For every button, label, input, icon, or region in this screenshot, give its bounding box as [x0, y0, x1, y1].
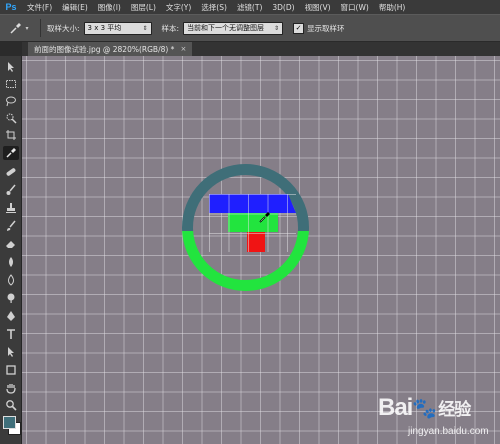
blur-icon: [8, 274, 14, 286]
options-bar: ▾ 取样大小: 3 x 3 平均 ⇕ 样本: 当前和下一个无调整图层 ⇕ ✓ 显…: [0, 14, 500, 42]
document-canvas[interactable]: [22, 56, 500, 444]
history-brush-icon: [7, 220, 16, 231]
arrow-cursor-icon: [8, 347, 14, 357]
menu-type[interactable]: 文字(Y): [161, 2, 196, 13]
move-tool[interactable]: [3, 60, 19, 74]
shape-tool[interactable]: [3, 363, 19, 377]
menu-3d[interactable]: 3D(D): [267, 3, 299, 12]
document-tab-title: 前面的图像试验.jpg @ 2820%(RGB/8) *: [34, 44, 175, 54]
history-brush-tool[interactable]: [3, 219, 19, 233]
menu-bar: Ps 文件(F) 编辑(E) 图像(I) 图层(L) 文字(Y) 选择(S) 滤…: [0, 0, 500, 14]
tool-preset-picker[interactable]: ▾: [4, 18, 34, 38]
blur-tool[interactable]: [3, 273, 19, 287]
sample-size-label: 取样大小:: [47, 23, 80, 33]
foreground-color-swatch[interactable]: [3, 416, 16, 429]
chevron-updown-icon: ⇕: [274, 24, 280, 32]
photoshop-logo: Ps: [5, 2, 17, 12]
eyedropper-icon: [10, 23, 22, 34]
show-ring-checkbox[interactable]: ✓: [293, 22, 305, 34]
type-icon: [7, 329, 15, 339]
sample-label: 样本:: [161, 23, 180, 33]
blue-pixels: [209, 194, 296, 213]
rectangle-shape-icon: [6, 365, 16, 375]
eyedropper-cursor-icon: [259, 212, 270, 223]
zoom-icon: [6, 400, 17, 411]
watermark-url: jingyan.baidu.com: [408, 426, 489, 437]
baidu-jingyan-watermark: Bai🐾 经验 jingyan.baidu.com: [378, 392, 500, 444]
type-tool[interactable]: [3, 327, 19, 341]
lasso-icon: [6, 96, 16, 107]
healing-brush-tool[interactable]: [3, 165, 19, 179]
dodge-icon: [7, 293, 15, 303]
menu-window[interactable]: 窗口(W): [336, 2, 374, 13]
show-ring-label: 显示取样环: [307, 23, 345, 33]
menu-edit[interactable]: 编辑(E): [57, 2, 93, 13]
document-tab[interactable]: 前面的图像试验.jpg @ 2820%(RGB/8) * ×: [28, 42, 193, 56]
crop-tool[interactable]: [3, 128, 19, 142]
menu-select[interactable]: 选择(S): [196, 2, 232, 13]
divider: [40, 19, 41, 37]
brush-icon: [6, 184, 16, 195]
red-pixel: [247, 232, 265, 252]
marquee-tool[interactable]: [3, 77, 19, 91]
sample-size-value: 3 x 3 平均: [87, 24, 122, 32]
eraser-tool[interactable]: [3, 237, 19, 251]
brush-tool[interactable]: [3, 183, 19, 197]
close-icon[interactable]: ×: [180, 45, 186, 53]
show-ring-option[interactable]: ✓ 显示取样环: [293, 22, 349, 34]
menu-filter[interactable]: 滤镜(T): [232, 2, 267, 13]
quick-select-tool[interactable]: [3, 111, 19, 125]
menu-help[interactable]: 帮助(H): [374, 2, 411, 13]
chevron-down-icon: ▾: [25, 24, 29, 32]
quick-select-icon: [6, 113, 17, 124]
gradient-tool[interactable]: [3, 255, 19, 269]
stamp-icon: [6, 203, 16, 213]
sample-layer-select[interactable]: 当前和下一个无调整图层 ⇕: [183, 21, 284, 35]
hand-icon: [6, 384, 16, 394]
dodge-tool[interactable]: [3, 291, 19, 305]
chevron-updown-icon: ⇕: [142, 24, 148, 32]
bandage-icon: [6, 168, 16, 176]
lasso-tool[interactable]: [3, 94, 19, 108]
sample-size-select[interactable]: 3 x 3 平均 ⇕: [83, 21, 152, 35]
menu-layer[interactable]: 图层(L): [126, 2, 161, 13]
menu-view[interactable]: 视图(V): [300, 2, 336, 13]
pen-tool[interactable]: [3, 309, 19, 323]
eyedropper-icon: [6, 148, 16, 158]
marquee-icon: [6, 80, 16, 88]
hand-tool[interactable]: [3, 381, 19, 395]
tools-panel: [0, 56, 22, 444]
zoom-tool[interactable]: [3, 398, 19, 412]
document-tab-bar: 前面的图像试验.jpg @ 2820%(RGB/8) * ×: [22, 42, 500, 56]
menu-image[interactable]: 图像(I): [93, 2, 126, 13]
sample-layer-value: 当前和下一个无调整图层: [187, 24, 265, 32]
watermark-logo: Bai🐾 经验: [378, 394, 471, 421]
crop-icon: [6, 130, 16, 140]
gradient-icon: [9, 257, 13, 267]
menu-file[interactable]: 文件(F): [22, 2, 57, 13]
eraser-icon: [6, 241, 15, 248]
path-select-tool[interactable]: [3, 345, 19, 359]
eyedropper-tool[interactable]: [3, 146, 19, 160]
move-icon: [8, 62, 14, 72]
pen-icon: [7, 311, 15, 321]
clone-stamp-tool[interactable]: [3, 201, 19, 215]
